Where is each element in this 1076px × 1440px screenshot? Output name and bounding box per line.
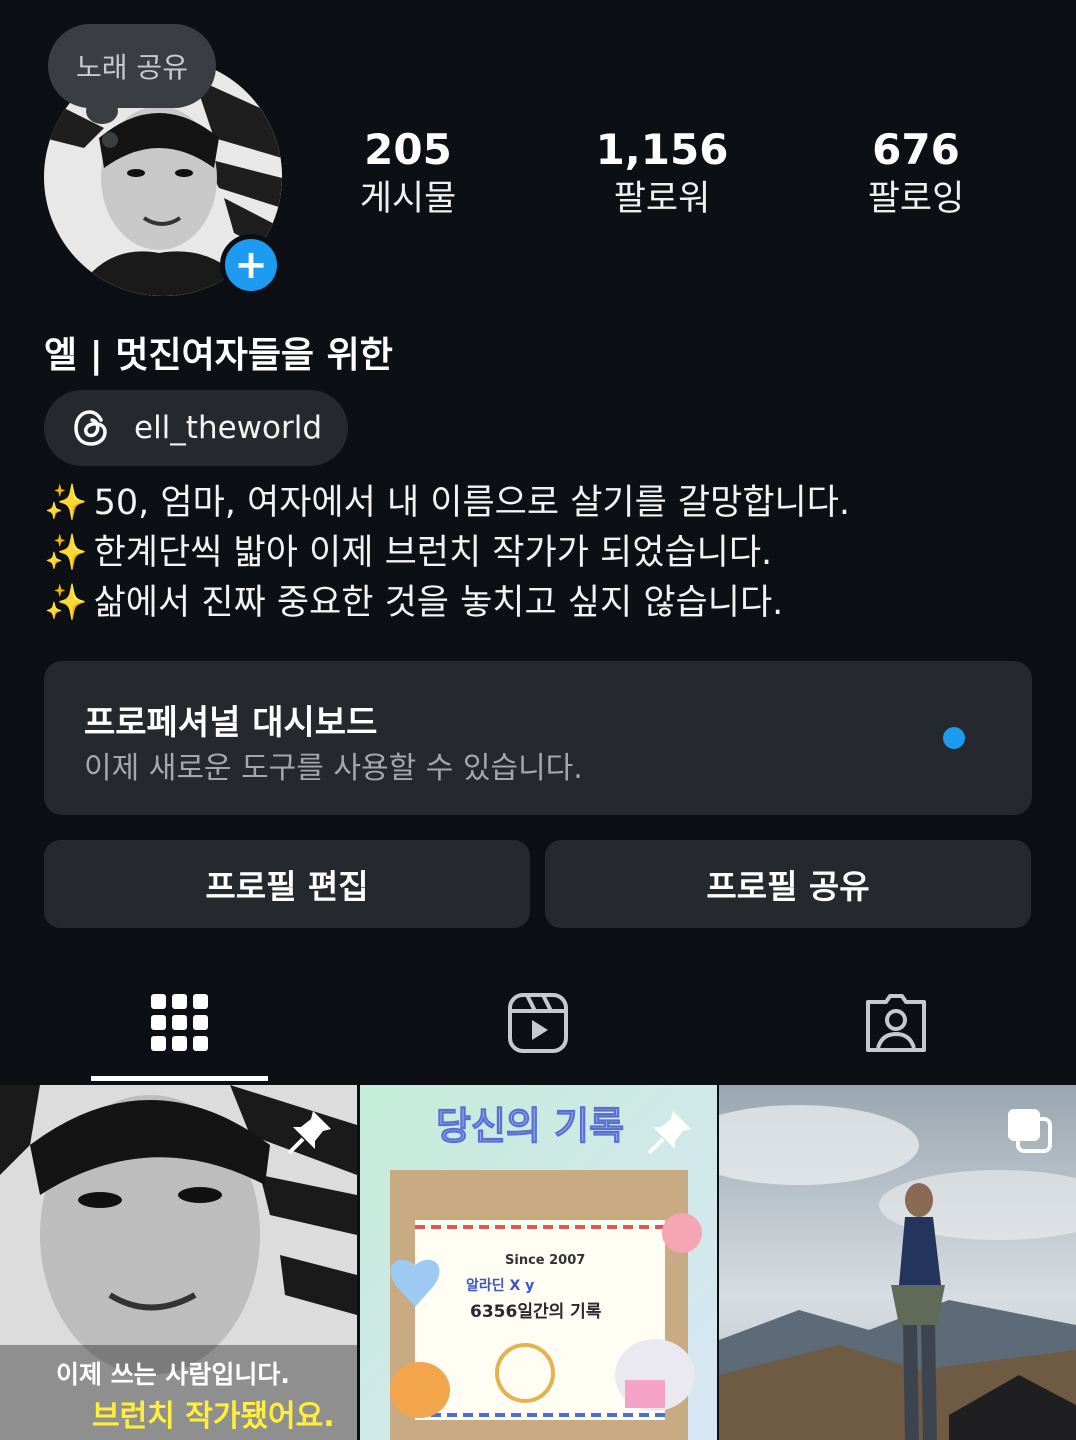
note-bubble-tail: [86, 98, 118, 124]
note-text: 노래 공유: [76, 51, 188, 84]
post-since: Since 2007: [505, 1253, 586, 1268]
note-bubble-tail-small: [102, 132, 118, 148]
new-indicator-dot: [943, 727, 965, 749]
bio-line: ✨ 삶에서 진짜 중요한 것을 놓치고 싶지 않습니다.: [44, 583, 784, 623]
tab-reels[interactable]: [449, 980, 627, 1080]
display-name: 엘 | 멋진여자들을 위한: [44, 335, 393, 376]
grid-post-2[interactable]: 당신의 기록 Since 2007 알라딘 X y 6356일간의 기록: [360, 1085, 717, 1440]
pin-icon: [647, 1111, 691, 1155]
tab-tagged[interactable]: [807, 980, 985, 1080]
post-headline: 당신의 기록: [435, 1104, 625, 1149]
profile-page: + 노래 공유 205 게시물 1,156 팔로워 676 팔로잉 엘 | 멋진…: [0, 0, 1076, 1440]
sparkles-icon: ✨: [44, 483, 88, 523]
post-caption-line1: 이제 쓰는 사람입니다.: [56, 1360, 290, 1389]
bio-line: ✨ 50, 엄마, 여자에서 내 이름으로 살기를 갈망합니다.: [44, 483, 851, 523]
post-caption-line2: 브런치 작가됐어요.: [92, 1399, 335, 1434]
followers-count: 1,156: [595, 125, 729, 174]
posts-count: 205: [364, 125, 452, 174]
threads-link[interactable]: ell_theworld: [44, 390, 348, 466]
multiple-posts-icon: [1008, 1109, 1052, 1153]
post-brand: 알라딘 X y: [466, 1278, 535, 1294]
note-bubble[interactable]: 노래 공유: [48, 24, 216, 108]
bio-line: ✨ 한계단씩 밟아 이제 브런치 작가가 되었습니다.: [44, 533, 773, 573]
plus-icon: +: [234, 242, 268, 288]
active-tab-indicator: [91, 1076, 268, 1081]
tagged-icon: [866, 994, 926, 1052]
share-profile-button[interactable]: 프로필 공유: [545, 840, 1031, 928]
posts-label: 게시물: [359, 179, 457, 219]
edit-profile-button[interactable]: 프로필 편집: [44, 840, 530, 928]
followers-label: 팔로워: [613, 179, 711, 219]
tab-posts-grid[interactable]: [91, 980, 269, 1080]
reels-icon: [508, 993, 568, 1053]
grid-icon: [151, 994, 208, 1051]
sparkles-icon: ✨: [44, 533, 88, 573]
following-label: 팔로잉: [867, 179, 965, 219]
threads-handle: ell_theworld: [134, 410, 323, 446]
sparkles-icon: ✨: [44, 583, 88, 623]
pin-icon: [287, 1111, 331, 1155]
posts-stat[interactable]: 205 게시물: [308, 124, 508, 222]
dashboard-title: 프로페셔널 대시보드: [84, 703, 378, 743]
threads-icon: [74, 410, 107, 446]
following-stat[interactable]: 676 팔로잉: [816, 124, 1016, 222]
add-story-button[interactable]: +: [220, 234, 282, 296]
dashboard-subtitle: 이제 새로운 도구를 사용할 수 있습니다.: [84, 751, 583, 786]
following-count: 676: [872, 125, 960, 174]
grid-post-3[interactable]: [719, 1085, 1076, 1440]
professional-dashboard-card[interactable]: 프로페셔널 대시보드 이제 새로운 도구를 사용할 수 있습니다.: [44, 661, 1032, 815]
followers-stat[interactable]: 1,156 팔로워: [562, 124, 762, 222]
post-record: 6356일간의 기록: [470, 1302, 602, 1322]
bio: ✨ 50, 엄마, 여자에서 내 이름으로 살기를 갈망합니다. ✨ 한계단씩 밟아…: [44, 478, 1044, 628]
grid-post-1[interactable]: 이제 쓰는 사람입니다. 브런치 작가됐어요.: [0, 1085, 357, 1440]
